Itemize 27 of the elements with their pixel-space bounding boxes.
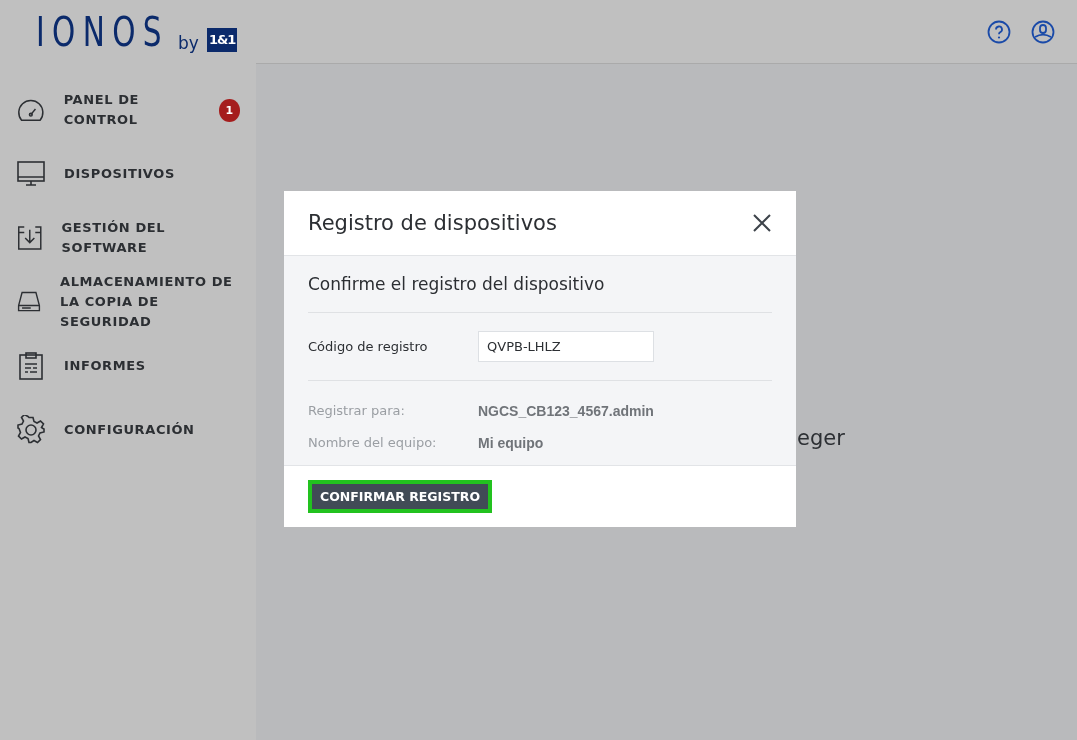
logo-by: by (178, 34, 199, 52)
download-tray-icon (16, 224, 44, 252)
sidebar-item[interactable]: CONFIGURACIÓN (0, 398, 256, 462)
background-text: eger (797, 426, 845, 450)
close-button[interactable] (752, 213, 772, 233)
detail-value: Mi equipo (478, 435, 545, 451)
monitor-icon (16, 160, 46, 188)
sidebar-item[interactable]: PANEL DE CONTROL 1 (0, 78, 256, 142)
help-icon[interactable] (987, 19, 1011, 44)
dialog-subtitle: Confirme el registro del dispositivo (308, 256, 772, 313)
field-label: Código de registro (308, 339, 429, 354)
clipboard-icon (16, 351, 46, 381)
registration-code-field[interactable]: QVPB-LHLZ (478, 331, 654, 362)
notification-badge: 1 (218, 98, 240, 122)
sidebar-item[interactable]: INFORMES (0, 334, 256, 398)
sidebar-item[interactable]: GESTIÓN DEL SOFTWARE (0, 206, 256, 270)
partner-logo: 1&1 (206, 28, 238, 52)
logo-wordmark: IONOS (36, 12, 169, 52)
dialog-title: Registro de dispositivos (308, 211, 557, 235)
confirm-button[interactable]: CONFIRMAR REGISTRO (308, 480, 493, 513)
detail-value: NGCS_CB123_4567.admin (478, 403, 655, 419)
gear-icon (16, 415, 46, 445)
user-icon[interactable] (1031, 19, 1055, 44)
sidebar-item[interactable]: DISPOSITIVOS (0, 142, 256, 206)
sidebar-item[interactable]: ALMACENAMIENTO DE LA COPIA DE SEGURIDAD (0, 270, 256, 334)
detail-label: Nombre del equipo: (308, 435, 438, 451)
detail-label: Registrar para: (308, 403, 406, 419)
